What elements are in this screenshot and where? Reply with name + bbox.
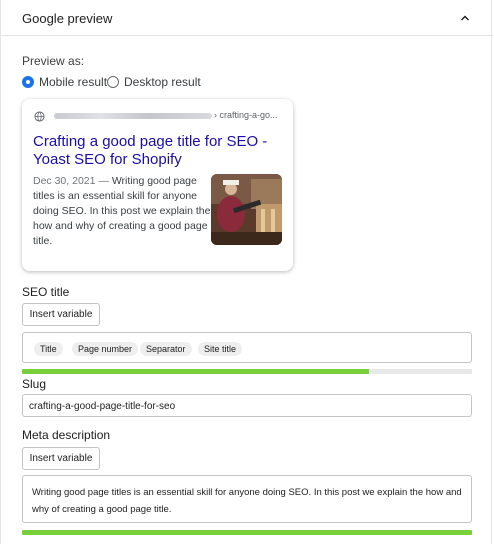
desktop-result-label[interactable]: Desktop result xyxy=(124,75,201,89)
serp-title-link[interactable]: Crafting a good page title for SEO - Yoa… xyxy=(33,133,267,168)
preview-as-label: Preview as: xyxy=(22,54,85,68)
serp-breadcrumb: › crafting-a-go... xyxy=(214,110,278,120)
slug-value: crafting-a-good-page-title-for-seo xyxy=(29,401,176,412)
seo-title-label: SEO title xyxy=(22,285,70,299)
chevron-up-icon[interactable] xyxy=(459,12,471,24)
seo-title-insert-variable-button[interactable]: Insert variable xyxy=(22,303,100,326)
panel-title: Google preview xyxy=(22,11,113,26)
serp-date: Dec 30, 2021 xyxy=(33,175,96,187)
meta-description-score-bar xyxy=(22,530,472,535)
google-preview-panel: Google preview Preview as: Mobile result… xyxy=(0,0,493,544)
serp-description-block: Dec 30, 2021 — Writing good page titles … xyxy=(33,174,211,249)
meta-description-value: Writing good page titles is an essential… xyxy=(32,487,462,515)
seo-title-input[interactable]: Title Page number Separator Site title xyxy=(22,332,472,363)
seo-title-score-fill xyxy=(22,369,369,374)
variable-pill-separator[interactable]: Separator xyxy=(140,342,192,356)
serp-thumbnail xyxy=(211,174,282,245)
meta-description-score-fill xyxy=(22,530,472,535)
meta-description-insert-variable-button[interactable]: Insert variable xyxy=(22,447,100,470)
slug-label: Slug xyxy=(22,377,47,391)
seo-title-score-bar xyxy=(22,369,472,374)
mobile-result-label[interactable]: Mobile result xyxy=(39,75,107,89)
serp-date-separator: — xyxy=(98,175,109,187)
meta-description-input[interactable]: Writing good page titles is an essential… xyxy=(22,475,472,523)
mobile-result-radio[interactable] xyxy=(22,76,34,88)
variable-pill-site-title[interactable]: Site title xyxy=(198,342,243,356)
slug-input[interactable]: crafting-a-good-page-title-for-seo xyxy=(22,394,472,417)
serp-preview-card: › crafting-a-go... Crafting a good page … xyxy=(22,99,293,271)
variable-pill-page-number[interactable]: Page number xyxy=(72,342,139,356)
blurred-site-url xyxy=(54,113,212,119)
variable-pill-title[interactable]: Title xyxy=(34,342,63,356)
google-preview-header[interactable]: Google preview xyxy=(1,0,493,36)
serp-title[interactable]: Crafting a good page title for SEO - Yoa… xyxy=(33,133,288,169)
meta-description-label: Meta description xyxy=(22,428,111,442)
desktop-result-radio[interactable] xyxy=(107,76,119,88)
globe-icon xyxy=(34,111,45,122)
